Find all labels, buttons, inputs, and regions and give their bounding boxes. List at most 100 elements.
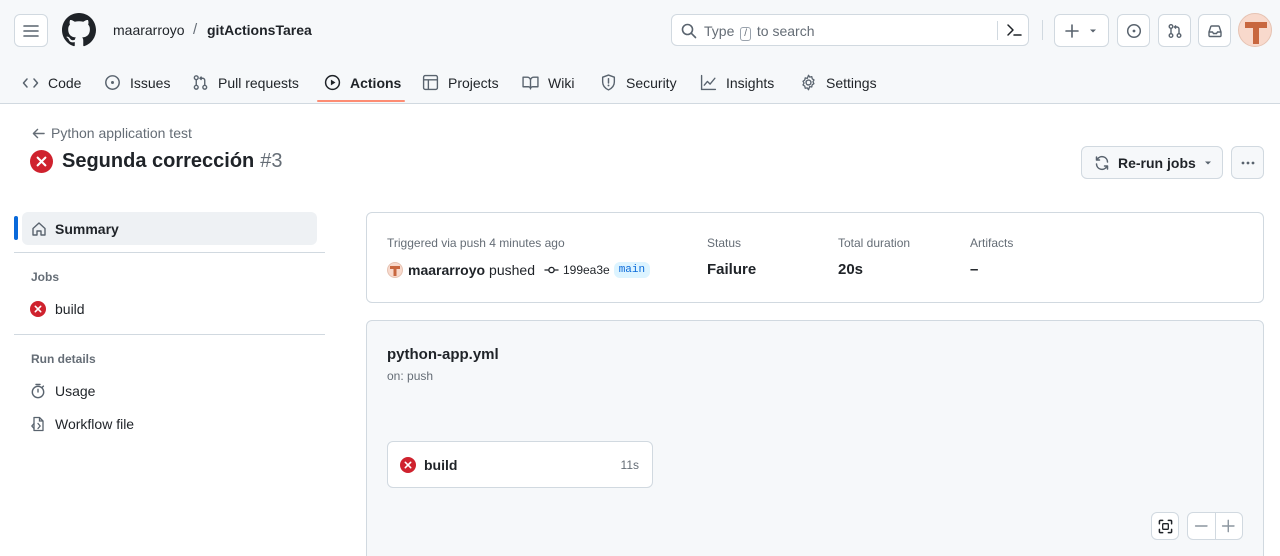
- inbox-button[interactable]: [1198, 14, 1231, 47]
- artifacts-label: Artifacts: [970, 236, 1014, 250]
- screen-full-icon: [1158, 519, 1172, 533]
- tab-label: Pull requests: [218, 74, 299, 91]
- command-palette-icon[interactable]: [1005, 22, 1023, 38]
- status-value: Failure: [707, 261, 757, 278]
- tab-actions[interactable]: Actions: [324, 62, 401, 103]
- stopwatch-icon: [31, 383, 45, 399]
- selected-indicator: [14, 216, 18, 240]
- tab-issues[interactable]: Issues: [104, 62, 170, 103]
- sidebar-item-build[interactable]: build: [30, 301, 85, 317]
- x-circle-fill-icon: [30, 301, 46, 317]
- zoom-out-icon[interactable]: [1188, 513, 1215, 539]
- tab-security[interactable]: Security: [600, 62, 677, 103]
- shield-icon: [601, 74, 616, 91]
- create-new-button[interactable]: [1054, 14, 1109, 47]
- tab-pull-requests[interactable]: Pull requests: [192, 62, 299, 103]
- chevron-down-icon: [1089, 29, 1096, 32]
- sidebar-item-usage[interactable]: Usage: [30, 383, 95, 399]
- workflow-graph-card: python-app.yml on: push build 11s: [366, 320, 1264, 556]
- user-avatar[interactable]: [1238, 13, 1272, 47]
- back-to-workflow-link[interactable]: Python application test: [32, 125, 192, 141]
- menu-button[interactable]: [14, 14, 48, 47]
- tab-label: Wiki: [548, 74, 575, 91]
- pull-request-icon: [1168, 23, 1181, 38]
- job-name: build: [424, 456, 458, 473]
- branch-badge[interactable]: main: [613, 262, 651, 278]
- breadcrumb-owner[interactable]: maararroyo: [113, 22, 185, 38]
- identicon-icon: [390, 266, 400, 276]
- page-title: Segunda corrección: [62, 150, 255, 172]
- commit-sha: 199ea3e: [562, 263, 610, 277]
- more-options-button[interactable]: [1231, 146, 1264, 179]
- sidebar-item-label: build: [55, 301, 85, 317]
- tab-wiki[interactable]: Wiki: [522, 62, 574, 103]
- breadcrumb-repo[interactable]: gitActionsTarea: [207, 22, 312, 38]
- tab-label: Issues: [130, 74, 171, 91]
- sync-icon: [1095, 155, 1109, 170]
- code-icon: [22, 77, 39, 88]
- run-title-row: Segunda corrección #3: [30, 150, 283, 173]
- pull-request-icon: [193, 75, 208, 90]
- workflow-file-name[interactable]: python-app.yml: [387, 346, 499, 363]
- kebab-horizontal-icon: [1241, 161, 1254, 164]
- tab-label: Settings: [826, 74, 877, 91]
- inbox-icon: [1207, 24, 1222, 37]
- tab-label: Actions: [350, 74, 402, 91]
- pusher-info: maararroyo pushed 199ea3e main: [387, 262, 651, 278]
- git-commit-icon: [544, 266, 559, 274]
- zoom-controls: [1187, 512, 1243, 540]
- tab-code[interactable]: Code: [22, 62, 81, 103]
- github-logo-icon[interactable]: [62, 13, 96, 47]
- graph-icon: [700, 74, 717, 91]
- tab-settings[interactable]: Settings: [800, 62, 877, 103]
- rerun-jobs-button[interactable]: Re-run jobs: [1081, 146, 1223, 179]
- pusher-avatar[interactable]: [387, 262, 403, 278]
- tab-projects[interactable]: Projects: [422, 62, 499, 103]
- play-icon: [324, 74, 341, 91]
- book-icon: [522, 76, 539, 90]
- pusher-username[interactable]: maararroyo: [408, 262, 485, 278]
- tab-label: Security: [626, 74, 677, 91]
- job-duration: 11s: [620, 458, 639, 472]
- zoom-in-icon[interactable]: [1215, 513, 1242, 539]
- jobs-heading: Jobs: [31, 270, 60, 284]
- tab-label: Insights: [726, 74, 775, 91]
- workflow-trigger: on: push: [387, 369, 434, 383]
- duration-label: Total duration: [838, 236, 911, 250]
- tab-insights[interactable]: Insights: [700, 62, 774, 103]
- job-node-build[interactable]: build 11s: [387, 441, 653, 488]
- sidebar-item-workflow-file[interactable]: Workflow file: [30, 416, 134, 432]
- repo-nav-tabs: Code Issues Pull requests Actions Projec…: [0, 62, 1280, 104]
- pusher-verb: pushed: [489, 262, 535, 278]
- artifacts-value: –: [970, 261, 979, 278]
- pull-requests-button[interactable]: [1158, 14, 1191, 47]
- header-divider: [1042, 20, 1043, 40]
- search-icon: [681, 23, 697, 39]
- sidebar-item-summary[interactable]: Summary: [22, 212, 317, 245]
- breadcrumb-separator: /: [193, 21, 198, 38]
- sidebar-item-label: Summary: [55, 220, 119, 237]
- search-input[interactable]: Type / to search: [671, 14, 1029, 46]
- x-circle-fill-icon: [30, 150, 53, 173]
- search-shortcut-key: /: [740, 27, 752, 41]
- sidebar-item-label: Workflow file: [55, 416, 135, 432]
- issue-icon: [105, 75, 120, 90]
- sidebar-divider: [14, 334, 325, 335]
- fullscreen-button[interactable]: [1151, 512, 1179, 540]
- x-circle-fill-icon: [400, 456, 416, 473]
- commit-link[interactable]: 199ea3e: [544, 263, 610, 277]
- file-code-icon: [31, 416, 44, 432]
- rerun-jobs-label: Re-run jobs: [1118, 154, 1196, 171]
- issues-button[interactable]: [1117, 14, 1150, 47]
- run-number: #3: [260, 150, 283, 172]
- run-summary-card: Triggered via push 4 minutes ago maararr…: [366, 212, 1264, 303]
- identicon-icon: [1245, 22, 1267, 44]
- duration-value: 20s: [838, 261, 864, 278]
- run-details-heading: Run details: [31, 352, 96, 366]
- trigger-text: Triggered via push 4 minutes ago: [387, 236, 565, 250]
- tab-label: Code: [48, 74, 82, 91]
- sidebar-item-label: Usage: [55, 383, 96, 399]
- table-icon: [422, 74, 439, 91]
- issue-icon: [1126, 23, 1141, 38]
- sidebar-divider: [14, 252, 325, 253]
